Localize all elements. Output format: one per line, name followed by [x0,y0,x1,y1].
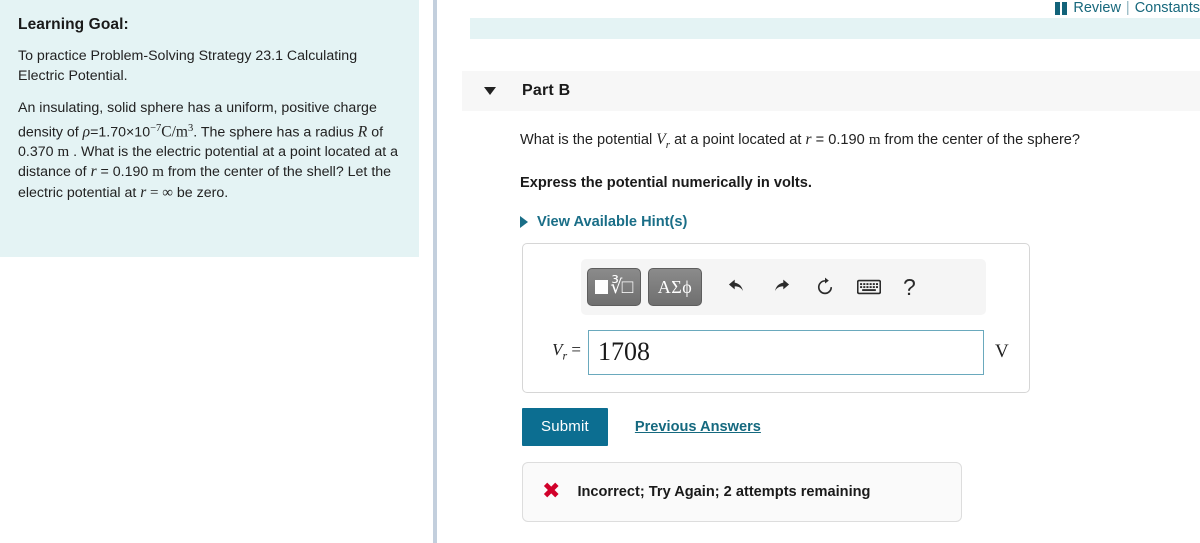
template-root-glyph: ∛□ [595,278,633,297]
radius-symbol: R [357,123,368,141]
instruction-text: Express the potential numerically in vol… [520,174,812,191]
infinity-symbol: ∞ [162,184,173,201]
learning-goal-panel: Learning Goal: To practice Problem-Solvi… [0,0,419,257]
unit-meter-2: m [152,164,164,181]
question-middle: at a point located at [670,132,806,148]
help-icon[interactable]: ? [903,275,916,299]
highlight-strip [470,18,1200,39]
exercise-panel: Review | Constants Part B What is the po… [440,0,1200,543]
keyboard-icon[interactable] [853,271,885,303]
view-hints-label: View Available Hint(s) [537,213,688,230]
filled-square-icon [595,280,609,294]
problem-part-7: = [146,184,163,201]
question-suffix: from the center of the sphere? [880,132,1081,148]
part-b-header[interactable]: Part B [462,71,1200,111]
potential-variable: V [656,131,666,148]
nth-root-icon: ∛□ [610,276,633,298]
previous-answers-link[interactable]: Previous Answers [635,419,761,435]
submit-button[interactable]: Submit [522,408,608,446]
rho-unit: C/m [161,123,188,141]
view-hints-toggle[interactable]: View Available Hint(s) [520,214,687,230]
math-toolbar: ∛□ ΑΣϕ ? [581,259,986,315]
reset-icon[interactable] [809,271,841,303]
problem-part-8: be zero. [172,184,229,201]
topbar: Review | Constants [1055,0,1200,17]
panel-divider [437,0,439,543]
rho-equation: =1.70×10 [90,124,151,141]
redo-icon[interactable] [765,271,797,303]
submit-row: Submit Previous Answers [522,408,761,446]
answer-input[interactable] [588,329,984,375]
problem-statement: An insulating, solid sphere has a unifor… [18,99,399,203]
book-icon [1055,1,1068,15]
greek-symbols-button[interactable]: ΑΣϕ [648,268,702,306]
part-title: Part B [522,82,571,99]
answer-unit-label: V [995,341,1009,362]
topbar-separator: | [1125,0,1130,16]
answer-input-row: Vr = V [535,328,1025,376]
undo-icon[interactable] [721,271,753,303]
answer-variable-label: Vr = [535,340,581,363]
learning-goal-intro: To practice Problem-Solving Strategy 23.… [18,48,358,84]
answer-variable: V [552,340,563,360]
feedback-banner: ✖ Incorrect; Try Again; 2 attempts remai… [522,462,962,522]
feedback-message: Incorrect; Try Again; 2 attempts remaini… [577,484,871,500]
learning-goal-heading: Learning Goal: [18,16,129,33]
unit-meter-1: m [57,143,70,160]
greek-symbols-label: ΑΣϕ [657,276,693,297]
answer-equals: = [567,340,581,360]
constants-link[interactable]: Constants [1135,0,1200,16]
problem-part-2: . The sphere has a radius [193,124,358,141]
chevron-down-icon[interactable] [484,87,496,95]
question-prefix: What is the potential [520,132,657,148]
chevron-right-icon [520,215,528,228]
answer-entry-box: ∛□ ΑΣϕ ? Vr = 1708 V [522,243,1030,393]
rho-symbol: ρ [82,123,91,141]
question-unit: m [868,132,881,148]
question-body: What is the potential Vr at a point loca… [520,130,1200,230]
rho-exponent: −7 [150,122,162,134]
error-x-icon: ✖ [542,479,561,504]
review-link[interactable]: Review [1073,0,1121,16]
template-root-button[interactable]: ∛□ [587,268,641,306]
problem-part-5: = 0.190 [96,164,153,181]
question-text: What is the potential Vr at a point loca… [520,130,1200,155]
question-value: = 0.190 [811,132,869,148]
